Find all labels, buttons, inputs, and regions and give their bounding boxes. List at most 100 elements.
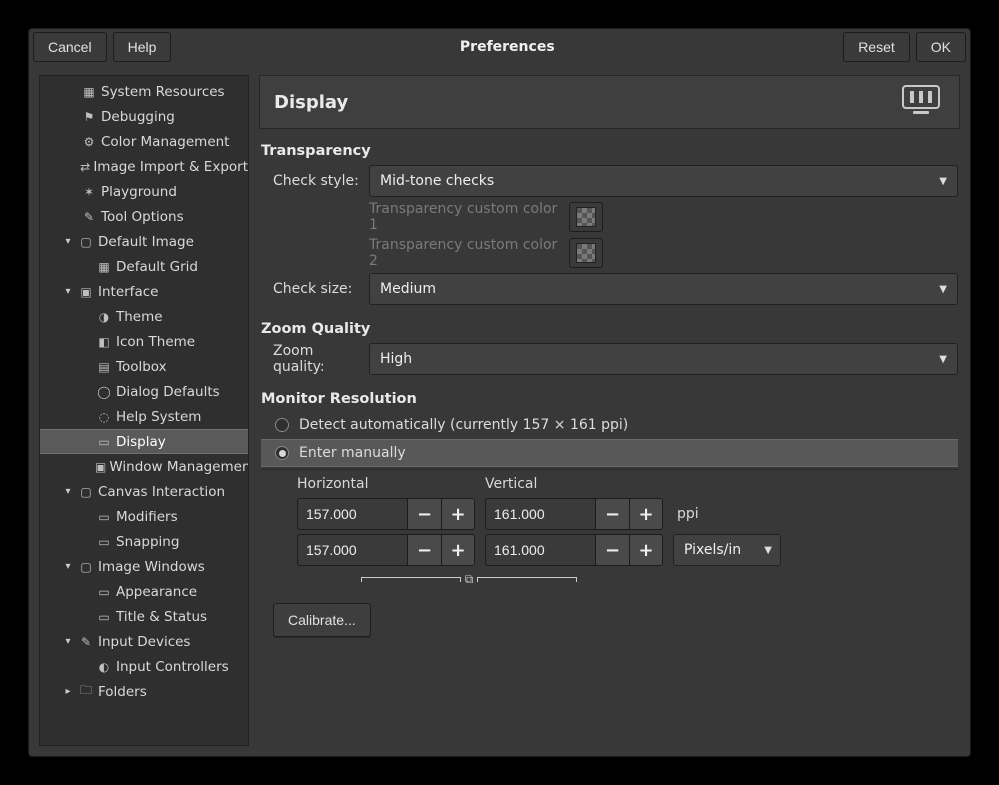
tree-default-image[interactable]: ▾▢Default Image bbox=[40, 229, 248, 254]
tree-folders[interactable]: ▸🗀Folders bbox=[40, 679, 248, 704]
tree-color-management[interactable]: ⚙Color Management bbox=[40, 129, 248, 154]
check-style-label: Check style: bbox=[261, 173, 361, 189]
chevron-right-icon: ▸ bbox=[62, 686, 74, 697]
tree-image-windows[interactable]: ▾▢Image Windows bbox=[40, 554, 248, 579]
transparency-section: Transparency Check style: Mid-tone check… bbox=[259, 135, 960, 307]
check-size-label: Check size: bbox=[261, 281, 361, 297]
custom-color1-swatch[interactable] bbox=[569, 202, 603, 232]
horizontal-ppi-input[interactable] bbox=[297, 498, 407, 530]
page-title: Display bbox=[274, 92, 897, 113]
tree-input-devices[interactable]: ▾✎Input Devices bbox=[40, 629, 248, 654]
page-header: Display bbox=[259, 75, 960, 129]
check-style-select[interactable]: Mid-tone checks ▼ bbox=[369, 165, 958, 197]
vertical-pixels-input[interactable] bbox=[485, 534, 595, 566]
tree-dialog-defaults[interactable]: ◯Dialog Defaults bbox=[40, 379, 248, 404]
chain-icon: ⧉ bbox=[461, 572, 478, 587]
theme-icon: ◑ bbox=[95, 310, 113, 324]
minus-button[interactable]: − bbox=[407, 498, 441, 530]
plus-button[interactable]: + bbox=[441, 498, 475, 530]
monitor-section: Monitor Resolution Detect automatically … bbox=[259, 383, 960, 637]
plus-button[interactable]: + bbox=[629, 534, 663, 566]
unit-select[interactable]: Pixels/in ▼ bbox=[673, 534, 781, 566]
import-export-icon: ⇄ bbox=[80, 160, 90, 174]
horizontal-ppi-spin[interactable]: − + bbox=[297, 498, 475, 530]
display-page-icon bbox=[897, 82, 945, 122]
bug-icon: ⚑ bbox=[80, 110, 98, 124]
enter-manually-radio-row[interactable]: Enter manually bbox=[261, 439, 958, 467]
detect-auto-label: Detect automatically (currently 157 × 16… bbox=[299, 417, 628, 433]
tree-interface[interactable]: ▾▣Interface bbox=[40, 279, 248, 304]
tree-canvas-interaction[interactable]: ▾▢Canvas Interaction bbox=[40, 479, 248, 504]
chevron-down-icon: ▼ bbox=[939, 284, 947, 295]
modifiers-icon: ▭ bbox=[95, 510, 113, 524]
custom-color2-swatch[interactable] bbox=[569, 238, 603, 268]
transparency-title: Transparency bbox=[261, 143, 958, 159]
tree-default-grid[interactable]: ▦Default Grid bbox=[40, 254, 248, 279]
minus-button[interactable]: − bbox=[595, 534, 629, 566]
chevron-down-icon: ▾ bbox=[62, 486, 74, 497]
input-devices-icon: ✎ bbox=[77, 635, 95, 649]
tree-image-io[interactable]: ⇄Image Import & Export bbox=[40, 154, 248, 179]
tree-system-resources[interactable]: ▦System Resources bbox=[40, 79, 248, 104]
chevron-down-icon: ▾ bbox=[62, 236, 74, 247]
appearance-icon: ▭ bbox=[95, 585, 113, 599]
content-pane: Display Transparency Check style: Mid-to… bbox=[259, 75, 960, 746]
custom-color2-label: Transparency custom color 2 bbox=[261, 237, 561, 269]
tree-playground[interactable]: ✶Playground bbox=[40, 179, 248, 204]
tree-icon-theme[interactable]: ◧Icon Theme bbox=[40, 329, 248, 354]
tree-theme[interactable]: ◑Theme bbox=[40, 304, 248, 329]
radio-checked-icon bbox=[275, 446, 289, 460]
zoom-title: Zoom Quality bbox=[261, 321, 958, 337]
zoom-quality-label: Zoom quality: bbox=[261, 343, 361, 375]
radio-icon bbox=[275, 418, 289, 432]
zoom-quality-select[interactable]: High ▼ bbox=[369, 343, 958, 375]
ok-button[interactable]: OK bbox=[916, 32, 966, 62]
monitor-title: Monitor Resolution bbox=[261, 391, 958, 407]
reset-button[interactable]: Reset bbox=[843, 32, 910, 62]
image-windows-icon: ▢ bbox=[77, 560, 95, 574]
titlebar: Cancel Help Preferences Reset OK bbox=[29, 29, 970, 65]
vertical-label: Vertical bbox=[485, 476, 663, 492]
vertical-ppi-input[interactable] bbox=[485, 498, 595, 530]
snapping-icon: ▭ bbox=[95, 535, 113, 549]
tree-toolbox[interactable]: ▤Toolbox bbox=[40, 354, 248, 379]
canvas-icon: ▢ bbox=[77, 485, 95, 499]
cancel-button[interactable]: Cancel bbox=[33, 32, 107, 62]
tree-modifiers[interactable]: ▭Modifiers bbox=[40, 504, 248, 529]
plus-button[interactable]: + bbox=[441, 534, 475, 566]
horizontal-pixels-spin[interactable]: − + bbox=[297, 534, 475, 566]
image-icon: ▢ bbox=[77, 235, 95, 249]
enter-manually-label: Enter manually bbox=[299, 445, 406, 461]
chevron-down-icon: ▼ bbox=[939, 176, 947, 187]
tree-debugging[interactable]: ⚑Debugging bbox=[40, 104, 248, 129]
help-button[interactable]: Help bbox=[113, 32, 172, 62]
minus-button[interactable]: − bbox=[407, 534, 441, 566]
preferences-dialog: Cancel Help Preferences Reset OK ▦System… bbox=[28, 28, 971, 757]
calibrate-button[interactable]: Calibrate... bbox=[273, 603, 371, 637]
tool-options-icon: ✎ bbox=[80, 210, 98, 224]
chain-link-indicator[interactable]: ⧉ bbox=[261, 572, 641, 587]
tree-snapping[interactable]: ▭Snapping bbox=[40, 529, 248, 554]
tree-title-status[interactable]: ▭Title & Status bbox=[40, 604, 248, 629]
dialog-title: Preferences bbox=[177, 39, 837, 55]
tree-input-controllers[interactable]: ◐Input Controllers bbox=[40, 654, 248, 679]
tree-tool-options[interactable]: ✎Tool Options bbox=[40, 204, 248, 229]
vertical-ppi-spin[interactable]: − + bbox=[485, 498, 663, 530]
icon-theme-icon: ◧ bbox=[95, 335, 113, 349]
chevron-down-icon: ▼ bbox=[939, 354, 947, 365]
horizontal-pixels-input[interactable] bbox=[297, 534, 407, 566]
tree-window-management[interactable]: ▣Window Management bbox=[40, 454, 248, 479]
plus-button[interactable]: + bbox=[629, 498, 663, 530]
tree-help-system[interactable]: ◌Help System bbox=[40, 404, 248, 429]
tree-appearance[interactable]: ▭Appearance bbox=[40, 579, 248, 604]
category-tree[interactable]: ▦System Resources ⚑Debugging ⚙Color Mana… bbox=[39, 75, 249, 746]
vertical-column: Vertical − + − + bbox=[485, 476, 663, 566]
detect-auto-radio-row[interactable]: Detect automatically (currently 157 × 16… bbox=[261, 411, 958, 439]
ppi-label: ppi bbox=[677, 498, 781, 530]
color-icon: ⚙ bbox=[80, 135, 98, 149]
tree-display[interactable]: ▭Display bbox=[40, 429, 248, 454]
vertical-pixels-spin[interactable]: − + bbox=[485, 534, 663, 566]
minus-button[interactable]: − bbox=[595, 498, 629, 530]
check-size-select[interactable]: Medium ▼ bbox=[369, 273, 958, 305]
window-management-icon: ▣ bbox=[95, 460, 106, 474]
